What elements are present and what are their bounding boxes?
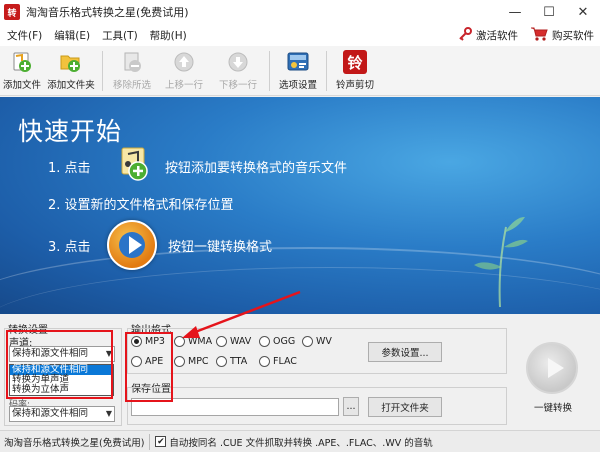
toolbar-separator [326,51,327,91]
key-icon [458,26,472,45]
format-radio-wma[interactable]: WMA [174,336,212,347]
format-radio-mpc[interactable]: MPC [174,356,209,367]
window-title: 淘淘音乐格式转换之星(免费试用) [26,6,189,19]
step-3-suffix: 按钮一键转换格式 [168,240,273,255]
bamboo-decoration-icon [474,217,528,307]
menu-file[interactable]: 文件(F) [7,28,42,43]
add-file-label: 添加文件 [2,80,41,91]
format-label: TTA [230,356,248,367]
toolbar: 添加文件 添加文件夹 移除所选 上移一行 下移一行 选项设置 铃 铃声剪切 [0,46,600,96]
add-folder-icon [59,50,83,74]
menu-help[interactable]: 帮助(H) [150,28,187,43]
add-file-icon [10,50,34,74]
toolbar-separator [269,51,270,91]
activate-software-link[interactable]: 激活软件 [458,26,518,45]
cue-checkbox[interactable]: ✔ [155,436,167,447]
highlight-box-format [125,332,173,402]
output-format-group [127,328,507,374]
ringtone-icon: 铃 [343,50,367,74]
step-1-suffix: 按钮添加要转换格式的音乐文件 [165,161,348,176]
radio-dot [259,336,270,347]
radio-dot [216,356,227,367]
step-1-prefix: 1. 点击 [48,161,91,176]
format-label: WAV [230,336,252,347]
radio-dot [174,356,185,367]
remove-selected-button[interactable]: 移除所选 [107,50,157,91]
ringtone-cut-label: 铃声剪切 [335,80,374,91]
convert-play-icon [107,220,157,270]
format-radio-wav[interactable]: WAV [216,336,251,347]
format-label: MPC [188,356,209,367]
add-folder-button[interactable]: 添加文件夹 [44,50,98,91]
app-icon: 转 [4,4,20,20]
move-down-button[interactable]: 下移一行 [211,50,265,91]
ringtone-cut-button[interactable]: 铃 铃声剪切 [331,50,379,91]
menu-tools[interactable]: 工具(T) [102,28,138,43]
options-icon [286,50,310,74]
chevron-down-icon: ▼ [105,409,112,418]
move-down-icon [226,50,250,74]
bitrate-select-value: 保持和源文件相同 [12,408,89,419]
add-folder-label: 添加文件夹 [47,80,95,91]
maximize-button[interactable]: ☐ [532,0,566,24]
format-radio-ogg[interactable]: OGG [259,336,295,347]
browse-button[interactable]: ... [343,397,359,416]
step-2-text: 2. 设置新的文件格式和保存位置 [48,198,234,213]
menu-bar: 文件(F) 编辑(E) 工具(T) 帮助(H) 激活软件 购买软件 [0,24,600,46]
move-down-label: 下移一行 [218,80,257,91]
radio-dot [259,356,270,367]
move-up-button[interactable]: 上移一行 [157,50,211,91]
status-separator [149,433,151,450]
format-radio-tta[interactable]: TTA [216,356,247,367]
close-button[interactable]: ✕ [566,0,600,24]
bitrate-select[interactable]: 保持和源文件相同 ▼ [9,406,115,422]
options-button[interactable]: 选项设置 [274,50,322,91]
format-radio-wv[interactable]: WV [302,336,332,347]
step-3-prefix: 3. 点击 [48,240,91,255]
format-label: FLAC [273,356,297,367]
cart-icon [530,26,548,45]
quick-start-title: 快速开始 [18,117,123,146]
buy-label: 购买软件 [552,30,594,42]
remove-icon [120,50,144,74]
add-file-button[interactable]: 添加文件 [0,50,44,91]
highlight-box-channel [6,330,113,399]
menu-edit[interactable]: 编辑(E) [54,28,90,43]
minimize-button[interactable]: — [498,0,532,24]
toolbar-separator [102,51,103,91]
open-folder-button[interactable]: 打开文件夹 [368,397,442,417]
format-radio-flac[interactable]: FLAC [259,356,297,367]
status-bar: 淘淘音乐格式转换之星(免费试用) ✔ 自动按同名 .CUE 文件抓取并转换 .A… [0,430,600,452]
buy-software-link[interactable]: 购买软件 [530,26,594,45]
radio-dot [302,336,313,347]
format-label: WMA [188,336,213,347]
activate-label: 激活软件 [476,30,518,42]
move-up-icon [172,50,196,74]
move-up-label: 上移一行 [164,80,203,91]
one-click-convert-label: 一键转换 [534,403,573,414]
cue-checkbox-label: 自动按同名 .CUE 文件抓取并转换 .APE、.FLAC、.WV 的音轨 [169,437,433,449]
one-click-convert-button[interactable] [526,342,578,394]
add-music-icon [116,146,152,182]
format-label: OGG [273,336,296,347]
format-label: WV [316,336,332,347]
title-bar: 转 淘淘音乐格式转换之星(免费试用) — ☐ ✕ [0,0,600,24]
status-app-name: 淘淘音乐格式转换之星(免费试用) [4,437,145,449]
params-settings-button[interactable]: 参数设置... [368,342,442,362]
radio-dot [216,336,227,347]
radio-dot [174,336,185,347]
options-label: 选项设置 [278,80,317,91]
remove-selected-label: 移除所选 [112,80,151,91]
